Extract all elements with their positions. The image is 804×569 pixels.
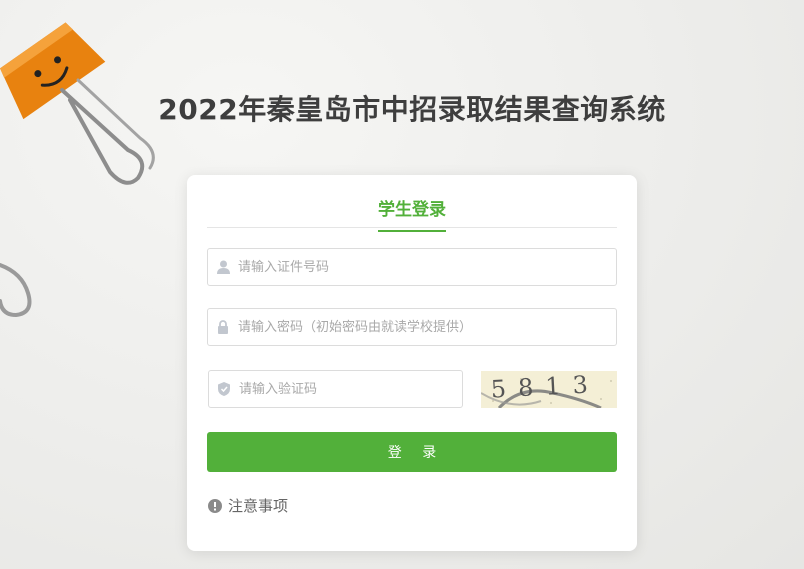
page-title: 2022年秦皇岛市中招录取结果查询系统	[158, 93, 666, 126]
id-number-input[interactable]	[238, 249, 606, 285]
password-field	[207, 308, 617, 346]
tab-student-login[interactable]: 学生登录	[378, 195, 446, 232]
login-card: 学生登录 5813 登 录	[187, 175, 637, 551]
captcha-text: 5813	[490, 371, 600, 404]
shield-icon	[217, 382, 231, 396]
user-icon	[216, 260, 230, 274]
login-button[interactable]: 登 录	[207, 432, 617, 472]
notice-label: 注意事项	[228, 497, 289, 515]
lock-icon	[216, 320, 230, 334]
password-input[interactable]	[238, 309, 606, 345]
tab-bar: 学生登录	[207, 175, 617, 232]
info-icon	[208, 498, 222, 513]
captcha-field	[208, 370, 463, 408]
id-number-field	[207, 248, 617, 286]
captcha-image[interactable]: 5813	[481, 371, 617, 408]
captcha-input[interactable]	[239, 371, 452, 407]
clip-wire-decoration	[0, 263, 32, 318]
notice-link[interactable]: 注意事项	[208, 495, 288, 516]
